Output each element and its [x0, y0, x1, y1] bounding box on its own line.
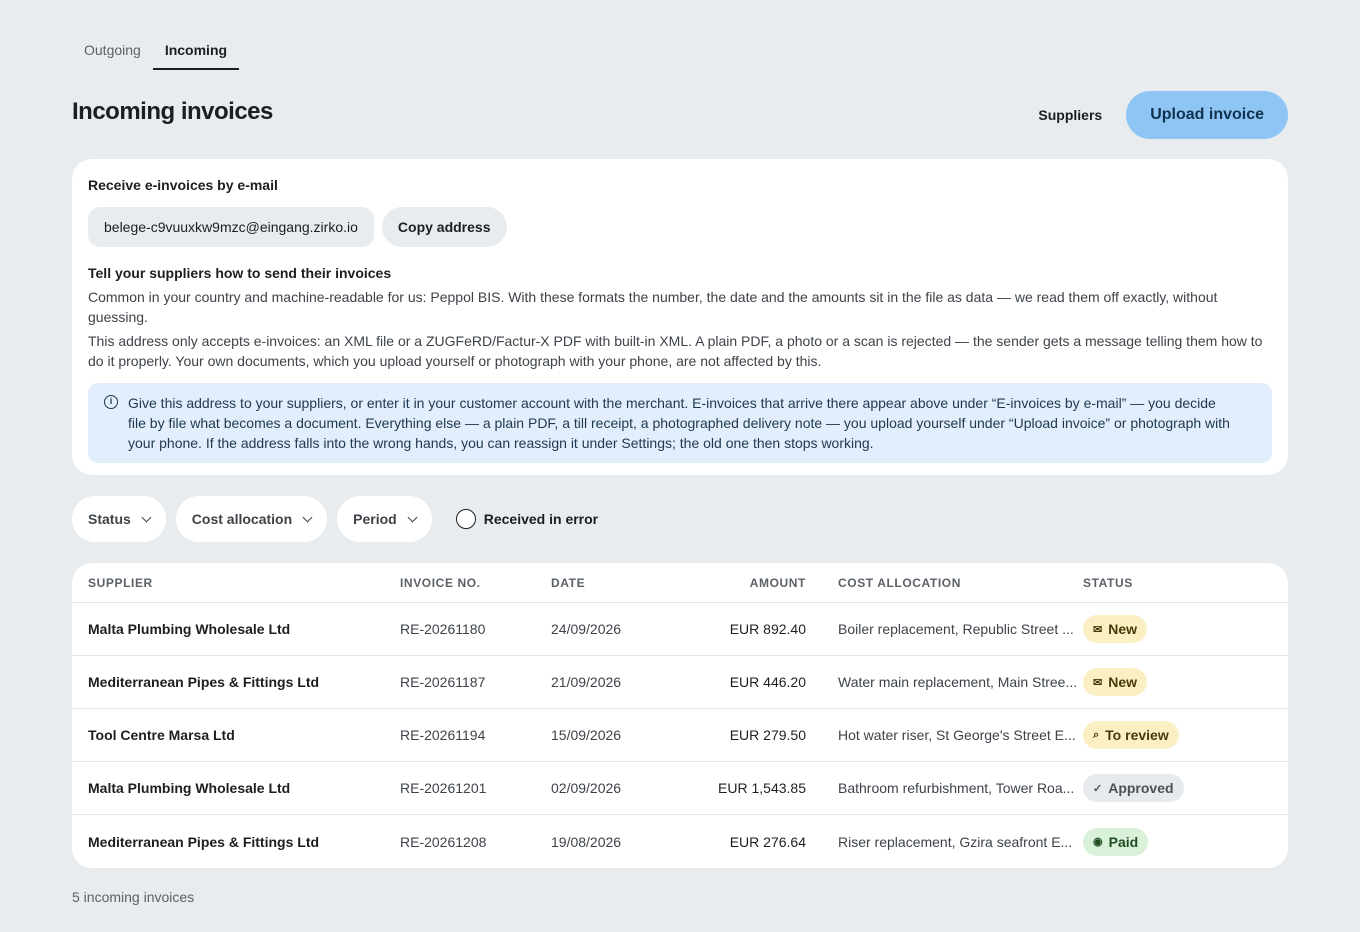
mail-icon: ✉	[1093, 623, 1103, 636]
table-row[interactable]: Tool Centre Marsa Ltd RE-20261194 15/09/20…	[72, 709, 1288, 762]
col-supplier[interactable]: SUPPLIER	[72, 576, 400, 590]
cost-allocation-cell: Boiler replacement, Republic Street ...	[838, 621, 1074, 637]
date-cell: 21/09/2026	[551, 674, 622, 690]
cost-allocation-cell: Water main replacement, Main Stree...	[838, 674, 1078, 690]
invoice-table: SUPPLIER INVOICE NO. DATE AMOUNT COST AL…	[72, 563, 1288, 868]
date-cell: 15/09/2026	[551, 727, 622, 743]
col-date[interactable]: DATE	[551, 576, 671, 590]
table-body: Malta Plumbing Wholesale Ltd RE-20261180 2…	[72, 603, 1288, 868]
amount-cell: EUR 1,543.85	[718, 780, 806, 796]
suppliers-button[interactable]: Suppliers	[1038, 107, 1102, 123]
status-badge: ⌕ To review	[1083, 721, 1179, 749]
status-cell: ✉ New	[1083, 668, 1283, 696]
email-card-heading: Receive e-invoices by e-mail	[88, 177, 278, 193]
email-receive-card: Receive e-invoices by e-mail belege-c9vu…	[72, 159, 1288, 475]
status-filter[interactable]: Status	[72, 496, 166, 542]
info-callout: i Give this address to your suppliers, o…	[88, 383, 1272, 463]
table-row[interactable]: Mediterranean Pipes & Fittings Ltd RE-202…	[72, 815, 1288, 868]
invoice-no-cell: RE-20261180	[400, 621, 486, 637]
tab-outgoing[interactable]: Outgoing	[72, 32, 153, 70]
supplier-cell: Mediterranean Pipes & Fittings Ltd	[88, 674, 320, 690]
date-cell: 24/09/2026	[551, 621, 622, 637]
status-cell: ✉ New	[1083, 615, 1283, 643]
address-row: belege-c9vuuxkw9mzc@eingang.zirko.io Cop…	[88, 207, 1272, 247]
page-title: Incoming invoices	[72, 98, 273, 125]
status-label: Approved	[1108, 780, 1174, 796]
copy-address-button[interactable]: Copy address	[381, 207, 507, 247]
supplier-cell: Tool Centre Marsa Ltd	[88, 727, 235, 743]
table-row[interactable]: Mediterranean Pipes & Fittings Ltd RE-202…	[72, 656, 1288, 709]
filter-bar: Status Cost allocation Period Received i…	[72, 496, 598, 542]
status-badge: ✉ New	[1083, 668, 1148, 696]
amount-cell: EUR 276.64	[729, 833, 806, 850]
cost-allocation-cell: Hot water riser, St George's Street E...	[838, 727, 1076, 743]
chevron-down-icon	[302, 512, 313, 522]
tab-incoming[interactable]: Incoming	[152, 32, 240, 70]
table-header: SUPPLIER INVOICE NO. DATE AMOUNT COST AL…	[72, 563, 1288, 603]
table-row[interactable]: Malta Plumbing Wholesale Ltd RE-20261180 2…	[72, 603, 1288, 656]
col-status[interactable]: STATUS	[1083, 576, 1283, 590]
col-invoice-no[interactable]: INVOICE NO.	[400, 576, 551, 590]
invoice-count: 5 incoming invoices	[72, 889, 195, 905]
received-in-error-label: Received in error	[483, 511, 599, 527]
invoice-no-cell: RE-20261208	[400, 833, 487, 850]
email-address-field[interactable]: belege-c9vuuxkw9mzc@eingang.zirko.io	[88, 207, 374, 247]
received-in-error-toggle[interactable]: Received in error	[455, 509, 599, 529]
search-icon: ⌕	[1093, 728, 1100, 741]
amount-cell: EUR 279.50	[729, 727, 806, 743]
invoice-no-cell: RE-20261194	[400, 727, 486, 743]
instructions-para-1: Common in your country and machine-reada…	[88, 289, 1218, 325]
status-cell: ◉ Paid	[1083, 827, 1283, 856]
chevron-down-icon	[407, 512, 418, 522]
period-filter-label: Period	[353, 511, 397, 527]
status-cell: ⌕ To review	[1083, 721, 1283, 749]
invoice-no-cell: RE-20261187	[400, 674, 486, 690]
status-cell: ✓ Approved	[1083, 774, 1283, 802]
info-icon: i	[104, 395, 118, 409]
amount-cell: EUR 446.20	[729, 674, 806, 690]
supplier-cell: Mediterranean Pipes & Fittings Ltd	[88, 833, 320, 850]
supplier-cell: Malta Plumbing Wholesale Ltd	[88, 780, 291, 796]
col-cost-allocation[interactable]: COST ALLOCATION	[806, 576, 1083, 590]
check-icon: ✓	[1093, 782, 1103, 795]
header-actions: Suppliers Upload invoice	[1038, 91, 1288, 139]
status-filter-label: Status	[88, 511, 131, 527]
cost-allocation-cell: Riser replacement, Gzira seafront E...	[838, 833, 1073, 850]
cost-allocation-filter-label: Cost allocation	[191, 511, 293, 527]
table-row[interactable]: Malta Plumbing Wholesale Ltd RE-20261201 0…	[72, 762, 1288, 815]
tab-bar: Outgoing Incoming	[72, 32, 240, 70]
status-badge: ✉ New	[1083, 615, 1148, 643]
info-text: Give this address to your suppliers, or …	[128, 395, 1230, 451]
instructions-heading: Tell your suppliers how to send their in…	[88, 265, 392, 281]
col-amount[interactable]: AMOUNT	[671, 576, 806, 590]
chevron-down-icon	[141, 512, 152, 522]
instructions-para-2: This address only accepts e-invoices: an…	[88, 333, 1263, 369]
cost-allocation-filter[interactable]: Cost allocation	[175, 496, 328, 542]
status-badge: ✓ Approved	[1083, 774, 1184, 802]
check-circle-icon: ◉	[1093, 836, 1103, 848]
date-cell: 02/09/2026	[551, 780, 622, 796]
date-cell: 19/08/2026	[551, 833, 622, 850]
status-label: To review	[1105, 727, 1169, 743]
period-filter[interactable]: Period	[337, 496, 432, 542]
mail-icon: ✉	[1093, 676, 1103, 689]
status-label: New	[1108, 674, 1138, 690]
status-label: New	[1108, 621, 1138, 637]
received-in-error-checkbox[interactable]	[455, 509, 476, 529]
amount-cell: EUR 892.40	[729, 621, 806, 637]
status-label: Paid	[1108, 833, 1139, 850]
cost-allocation-cell: Bathroom refurbishment, Tower Roa...	[838, 780, 1075, 796]
invoice-no-cell: RE-20261201	[400, 780, 487, 796]
supplier-cell: Malta Plumbing Wholesale Ltd	[88, 621, 291, 637]
status-badge: ◉ Paid	[1083, 827, 1149, 856]
upload-invoice-button[interactable]: Upload invoice	[1126, 91, 1288, 139]
